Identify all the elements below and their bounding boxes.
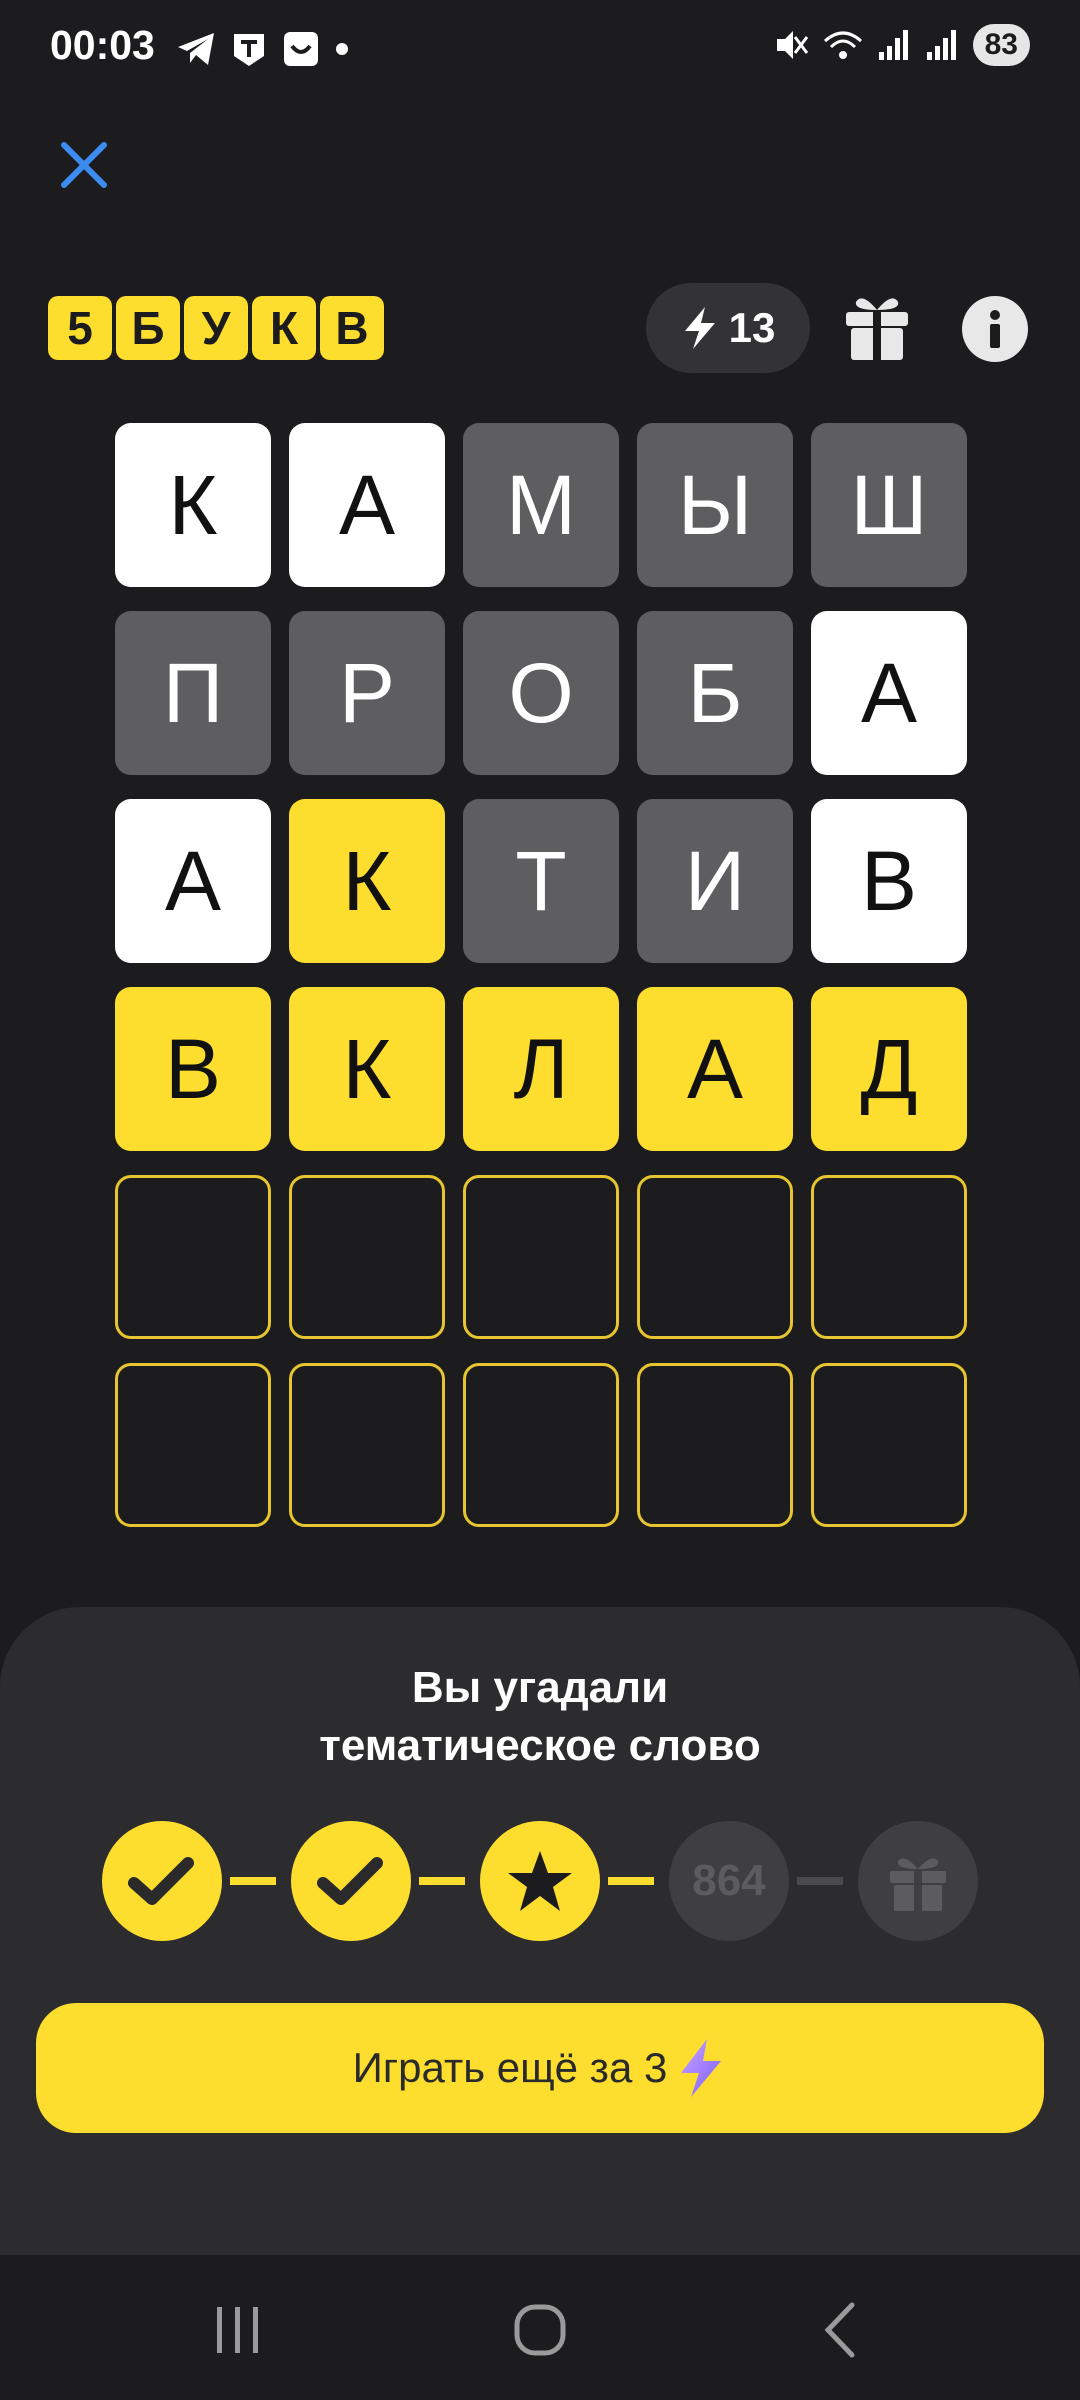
telegram-icon bbox=[178, 33, 214, 65]
letter-cell-empty bbox=[463, 1175, 619, 1339]
letter-cell-empty bbox=[115, 1175, 271, 1339]
gift-icon[interactable] bbox=[842, 290, 912, 362]
letter-cell: Ы bbox=[637, 423, 793, 587]
system-icons: 83 bbox=[773, 24, 1030, 66]
close-icon[interactable] bbox=[54, 135, 114, 195]
progress-step-done bbox=[291, 1821, 411, 1941]
info-button[interactable] bbox=[962, 296, 1028, 362]
t-app-icon bbox=[234, 34, 264, 66]
letter-cell: А bbox=[811, 611, 967, 775]
letter-cell: И bbox=[637, 799, 793, 963]
letter-cell: П bbox=[115, 611, 271, 775]
battery-indicator: 83 bbox=[972, 24, 1030, 66]
progress-connector bbox=[797, 1877, 843, 1885]
signal-icon bbox=[878, 30, 908, 60]
letter-cell: Л bbox=[463, 987, 619, 1151]
letter-cell: А bbox=[115, 799, 271, 963]
home-icon[interactable] bbox=[505, 2295, 575, 2365]
letter-cell: Б bbox=[637, 611, 793, 775]
notification-icons bbox=[176, 30, 350, 68]
letter-cell-empty bbox=[463, 1363, 619, 1527]
wifi-icon bbox=[823, 31, 862, 59]
progress-step-done bbox=[102, 1821, 222, 1941]
play-again-button[interactable]: Играть ещё за 3 bbox=[36, 2003, 1044, 2133]
word-grid: КАМЫШПРОБААКТИВВКЛАД bbox=[115, 423, 967, 1551]
logo-letter: Б bbox=[116, 296, 180, 360]
letter-cell: А bbox=[637, 987, 793, 1151]
status-bar: 00:03 83 bbox=[0, 0, 1080, 100]
signal-icon bbox=[926, 30, 956, 60]
letter-cell: В bbox=[115, 987, 271, 1151]
letter-cell-empty bbox=[637, 1175, 793, 1339]
logo-letter: У bbox=[184, 296, 248, 360]
letter-cell-empty bbox=[811, 1175, 967, 1339]
lightning-icon bbox=[681, 2039, 722, 2097]
gift-icon bbox=[890, 1858, 946, 1911]
progress-step-current bbox=[480, 1821, 600, 1941]
info-icon bbox=[990, 310, 1000, 348]
smile-app-icon bbox=[284, 32, 318, 66]
letter-cell: К bbox=[289, 799, 445, 963]
letter-cell: Ш bbox=[811, 423, 967, 587]
logo-letter: 5 bbox=[48, 296, 112, 360]
check-icon bbox=[317, 1857, 383, 1905]
letter-cell-empty bbox=[289, 1175, 445, 1339]
grid-row bbox=[115, 1363, 967, 1527]
status-time: 00:03 bbox=[50, 22, 155, 68]
star-icon bbox=[508, 1851, 572, 1911]
energy-balance-button[interactable]: 13 bbox=[646, 283, 810, 373]
grid-row: КАМЫШ bbox=[115, 423, 967, 587]
letter-cell-empty bbox=[115, 1363, 271, 1527]
progress-step-next: 864 bbox=[669, 1821, 789, 1941]
letter-cell: А bbox=[289, 423, 445, 587]
result-title: Вы угадали тематическое слово bbox=[0, 1659, 1080, 1775]
letter-cell: О bbox=[463, 611, 619, 775]
letter-cell: Р bbox=[289, 611, 445, 775]
back-icon[interactable] bbox=[808, 2295, 878, 2365]
game-logo: 5 Б У К В bbox=[48, 296, 384, 360]
lightning-icon bbox=[684, 307, 715, 349]
letter-cell: Т bbox=[463, 799, 619, 963]
progress-connector bbox=[230, 1877, 276, 1885]
result-title-line2: тематическое слово bbox=[319, 1721, 761, 1770]
energy-count: 13 bbox=[728, 304, 776, 351]
result-sheet: Вы угадали тематическое слово 864 Играть… bbox=[0, 1607, 1080, 2255]
navigation-bar bbox=[0, 2255, 1080, 2400]
grid-row: ПРОБА bbox=[115, 611, 967, 775]
letter-cell: К bbox=[289, 987, 445, 1151]
logo-letter: В bbox=[320, 296, 384, 360]
letter-cell: М bbox=[463, 423, 619, 587]
letter-cell: Д bbox=[811, 987, 967, 1151]
progress-track: 864 bbox=[102, 1821, 978, 1941]
grid-row: ВКЛАД bbox=[115, 987, 967, 1151]
grid-row bbox=[115, 1175, 967, 1339]
progress-connector bbox=[608, 1877, 654, 1885]
letter-cell-empty bbox=[811, 1363, 967, 1527]
dot-icon bbox=[336, 43, 348, 55]
logo-letter: К bbox=[252, 296, 316, 360]
grid-row: АКТИВ bbox=[115, 799, 967, 963]
mute-icon bbox=[776, 31, 808, 59]
letter-cell: К bbox=[115, 423, 271, 587]
progress-step-reward bbox=[858, 1821, 978, 1941]
progress-connector bbox=[419, 1877, 465, 1885]
result-title-line1: Вы угадали bbox=[411, 1663, 669, 1712]
recent-apps-icon[interactable] bbox=[203, 2295, 273, 2365]
check-icon bbox=[128, 1857, 194, 1905]
play-again-label: Играть ещё за 3 bbox=[352, 2044, 668, 2091]
letter-cell: В bbox=[811, 799, 967, 963]
letter-cell-empty bbox=[289, 1363, 445, 1527]
letter-cell-empty bbox=[637, 1363, 793, 1527]
